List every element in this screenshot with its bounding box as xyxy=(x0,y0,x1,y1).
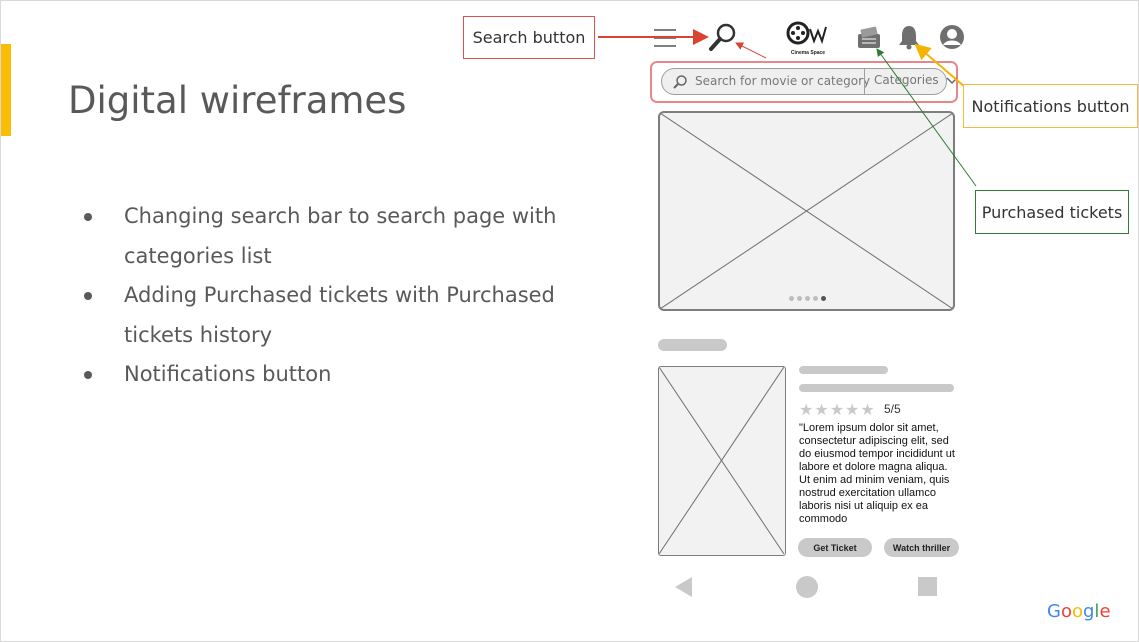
recents-nav-icon[interactable] xyxy=(918,577,937,596)
search-bar-highlight: Search for movie or category Categories xyxy=(650,61,958,103)
movie-description: "Lorem ipsum dolor sit amet, consectetur… xyxy=(799,422,955,525)
carousel-banner[interactable] xyxy=(658,111,955,311)
avatar-icon[interactable] xyxy=(939,24,965,50)
google-logo: Google xyxy=(1047,601,1111,622)
cinema-space-logo: Cinema Space xyxy=(783,21,833,56)
carousel-dots xyxy=(789,296,826,301)
image-placeholder xyxy=(659,367,784,554)
categories-dropdown[interactable]: Categories xyxy=(874,73,958,87)
carousel-dot[interactable] xyxy=(813,296,818,301)
ticket-icon[interactable] xyxy=(855,24,883,50)
home-nav-icon[interactable] xyxy=(796,576,818,598)
notifications-button-callout: Notifications button xyxy=(963,84,1138,128)
star-icon: ★ xyxy=(814,402,830,419)
carousel-dot-active[interactable] xyxy=(821,296,826,301)
bell-icon[interactable] xyxy=(897,24,921,50)
bullet-item: Changing search bar to search page with … xyxy=(83,197,583,276)
google-logo-letter: o xyxy=(1060,601,1072,622)
search-icon[interactable] xyxy=(708,22,738,52)
movie-poster-placeholder[interactable] xyxy=(658,366,786,556)
menu-icon[interactable] xyxy=(653,28,677,48)
search-placeholder: Search for movie or category xyxy=(695,74,871,88)
star-icon: ★ xyxy=(829,402,846,419)
section-heading-placeholder xyxy=(658,339,727,351)
google-logo-letter: e xyxy=(1099,601,1111,622)
slide: Digital wireframes Changing search bar t… xyxy=(0,0,1139,642)
watch-trailer-button[interactable]: Watch thriller xyxy=(884,538,959,557)
chevron-down-icon xyxy=(945,76,958,84)
google-logo-letter: G xyxy=(1047,601,1061,622)
bullet-list: Changing search bar to search page with … xyxy=(83,197,583,395)
star-rating: ★★★★★ xyxy=(799,400,876,420)
star-icon: ★ xyxy=(845,402,861,419)
google-logo-letter: g xyxy=(1082,601,1095,622)
star-icon: ★ xyxy=(799,402,815,419)
divider xyxy=(864,69,865,94)
image-placeholder xyxy=(660,113,953,309)
carousel-dot[interactable] xyxy=(789,296,794,301)
get-ticket-button[interactable]: Get Ticket xyxy=(798,538,872,557)
slide-title: Digital wireframes xyxy=(68,79,407,122)
carousel-dot[interactable] xyxy=(805,296,810,301)
phone-wireframe: Cinema Space Search for movie or categor… xyxy=(641,15,973,615)
search-icon xyxy=(673,75,687,89)
movie-title-placeholder xyxy=(799,366,888,374)
search-input[interactable]: Search for movie or category Categories xyxy=(661,68,958,95)
carousel-dot[interactable] xyxy=(797,296,802,301)
bullet-item: Notifications button xyxy=(83,355,583,395)
rating-value: 5/5 xyxy=(884,402,901,416)
bullet-item: Adding Purchased tickets with Purchased … xyxy=(83,276,583,355)
accent-bar xyxy=(1,44,11,136)
google-logo-letter: o xyxy=(1071,601,1083,622)
logo-text: Cinema Space xyxy=(790,50,826,56)
back-nav-icon[interactable] xyxy=(675,577,692,597)
movie-subtitle-placeholder xyxy=(799,384,954,392)
star-icon: ★ xyxy=(860,402,876,419)
search-button-callout: Search button xyxy=(463,16,595,59)
purchased-tickets-callout: Purchased tickets xyxy=(975,190,1129,234)
categories-label: Categories xyxy=(874,73,939,87)
